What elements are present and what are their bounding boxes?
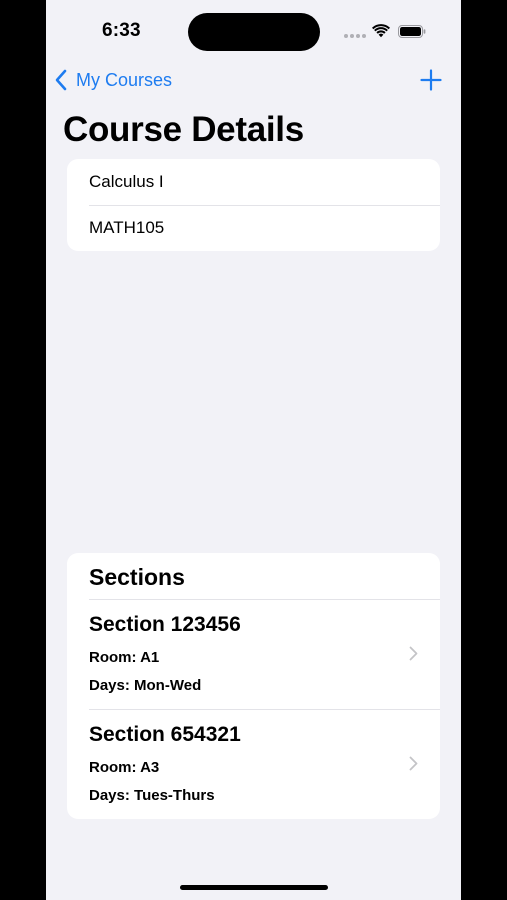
course-name: Calculus I — [89, 172, 164, 191]
course-info-card: Calculus I MATH105 — [67, 159, 440, 251]
chevron-left-icon — [55, 69, 67, 91]
course-code-row: MATH105 — [89, 205, 440, 251]
section-row[interactable]: Section 123456 Room: A1 Days: Mon-Wed — [67, 599, 440, 709]
course-name-row: Calculus I — [89, 159, 440, 205]
section-room: Room: A3 — [89, 759, 160, 776]
section-title: Section 123456 — [89, 613, 241, 636]
section-row[interactable]: Section 654321 Room: A3 Days: Tues-Thurs — [67, 709, 440, 819]
dynamic-island — [188, 13, 320, 51]
section-room: Room: A1 — [89, 649, 160, 666]
cellular-signal-icon — [344, 34, 366, 38]
phone-screen: 6:33 My Courses Course Details Calculus … — [46, 0, 461, 900]
chevron-right-icon — [409, 756, 418, 771]
status-time: 6:33 — [102, 20, 141, 41]
status-indicators — [344, 22, 434, 42]
back-button[interactable]: My Courses — [54, 66, 172, 94]
home-indicator[interactable] — [180, 885, 328, 890]
section-days: Days: Tues-Thurs — [89, 787, 215, 804]
plus-icon[interactable] — [420, 69, 442, 91]
sections-card: Sections Section 123456 Room: A1 Days: M… — [67, 553, 440, 819]
sections-header: Sections — [89, 564, 185, 590]
battery-icon — [398, 25, 426, 38]
back-button-label: My Courses — [76, 69, 173, 90]
section-title: Section 654321 — [89, 723, 241, 746]
chevron-right-icon — [409, 646, 418, 661]
page-title: Course Details — [63, 110, 304, 149]
course-code: MATH105 — [89, 218, 165, 237]
wifi-icon — [372, 24, 390, 38]
section-days: Days: Mon-Wed — [89, 677, 202, 694]
